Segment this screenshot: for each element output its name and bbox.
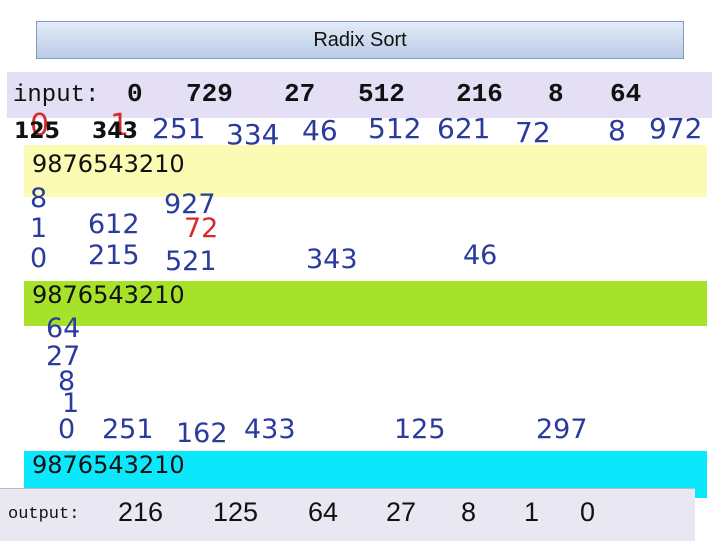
bucket-item: 0 — [58, 414, 76, 445]
bucket-item: 251 — [102, 414, 154, 445]
input-value: 512 — [358, 79, 405, 109]
output-value: 64 — [308, 497, 339, 527]
bucket-item: 64 — [46, 313, 81, 344]
bucket-item: 433 — [244, 414, 296, 445]
bucket-item: 215 — [88, 240, 140, 271]
output-value: 216 — [118, 497, 164, 527]
input-value: 27 — [284, 79, 316, 109]
input-value: 729 — [186, 79, 233, 109]
pass1-value: 8 — [608, 114, 626, 147]
output-value: 8 — [461, 497, 477, 527]
bucket-item: 521 — [165, 246, 217, 277]
bucket-item: 162 — [176, 418, 228, 449]
pass1-value: 512 — [368, 112, 422, 145]
bucket-item: 72 — [184, 213, 219, 244]
pass1-value: 46 — [302, 114, 338, 147]
output-label: output: — [8, 505, 80, 524]
input-value: 216 — [456, 79, 503, 109]
pass1-value: 972 — [649, 112, 703, 145]
bucket-item: 1 — [30, 213, 48, 244]
output-value: 125 — [213, 497, 259, 527]
input-value: 0 — [127, 79, 143, 109]
pass1-value: 343 — [92, 119, 138, 144]
bucket-item: 343 — [306, 244, 358, 275]
input-label: input: — [13, 82, 100, 109]
bucket-item: 612 — [88, 209, 140, 240]
radix-digit-labels: 9876543210 — [32, 281, 185, 309]
bucket-item: 297 — [536, 414, 588, 445]
input-value: 64 — [610, 79, 642, 109]
bucket-item: 8 — [30, 183, 48, 214]
pass1-value: 621 — [437, 112, 491, 145]
pass1-value: 125 — [14, 119, 60, 144]
output-value: 27 — [386, 497, 417, 527]
radix-digit-labels: 9876543210 — [32, 451, 185, 479]
radix-digit-labels: 9876543210 — [32, 150, 185, 178]
output-value: 1 — [524, 497, 540, 527]
input-value: 8 — [548, 79, 564, 109]
pass1-value: 251 — [152, 112, 206, 145]
title-text: Radix Sort — [313, 28, 407, 51]
bucket-item: 0 — [30, 243, 48, 274]
bucket-item: 125 — [394, 414, 446, 445]
title-banner: Radix Sort — [36, 21, 684, 59]
pass1-value: 334 — [226, 118, 280, 151]
pass1-value: 72 — [515, 116, 551, 149]
output-value: 0 — [580, 497, 596, 527]
bucket-item: 46 — [463, 240, 498, 271]
